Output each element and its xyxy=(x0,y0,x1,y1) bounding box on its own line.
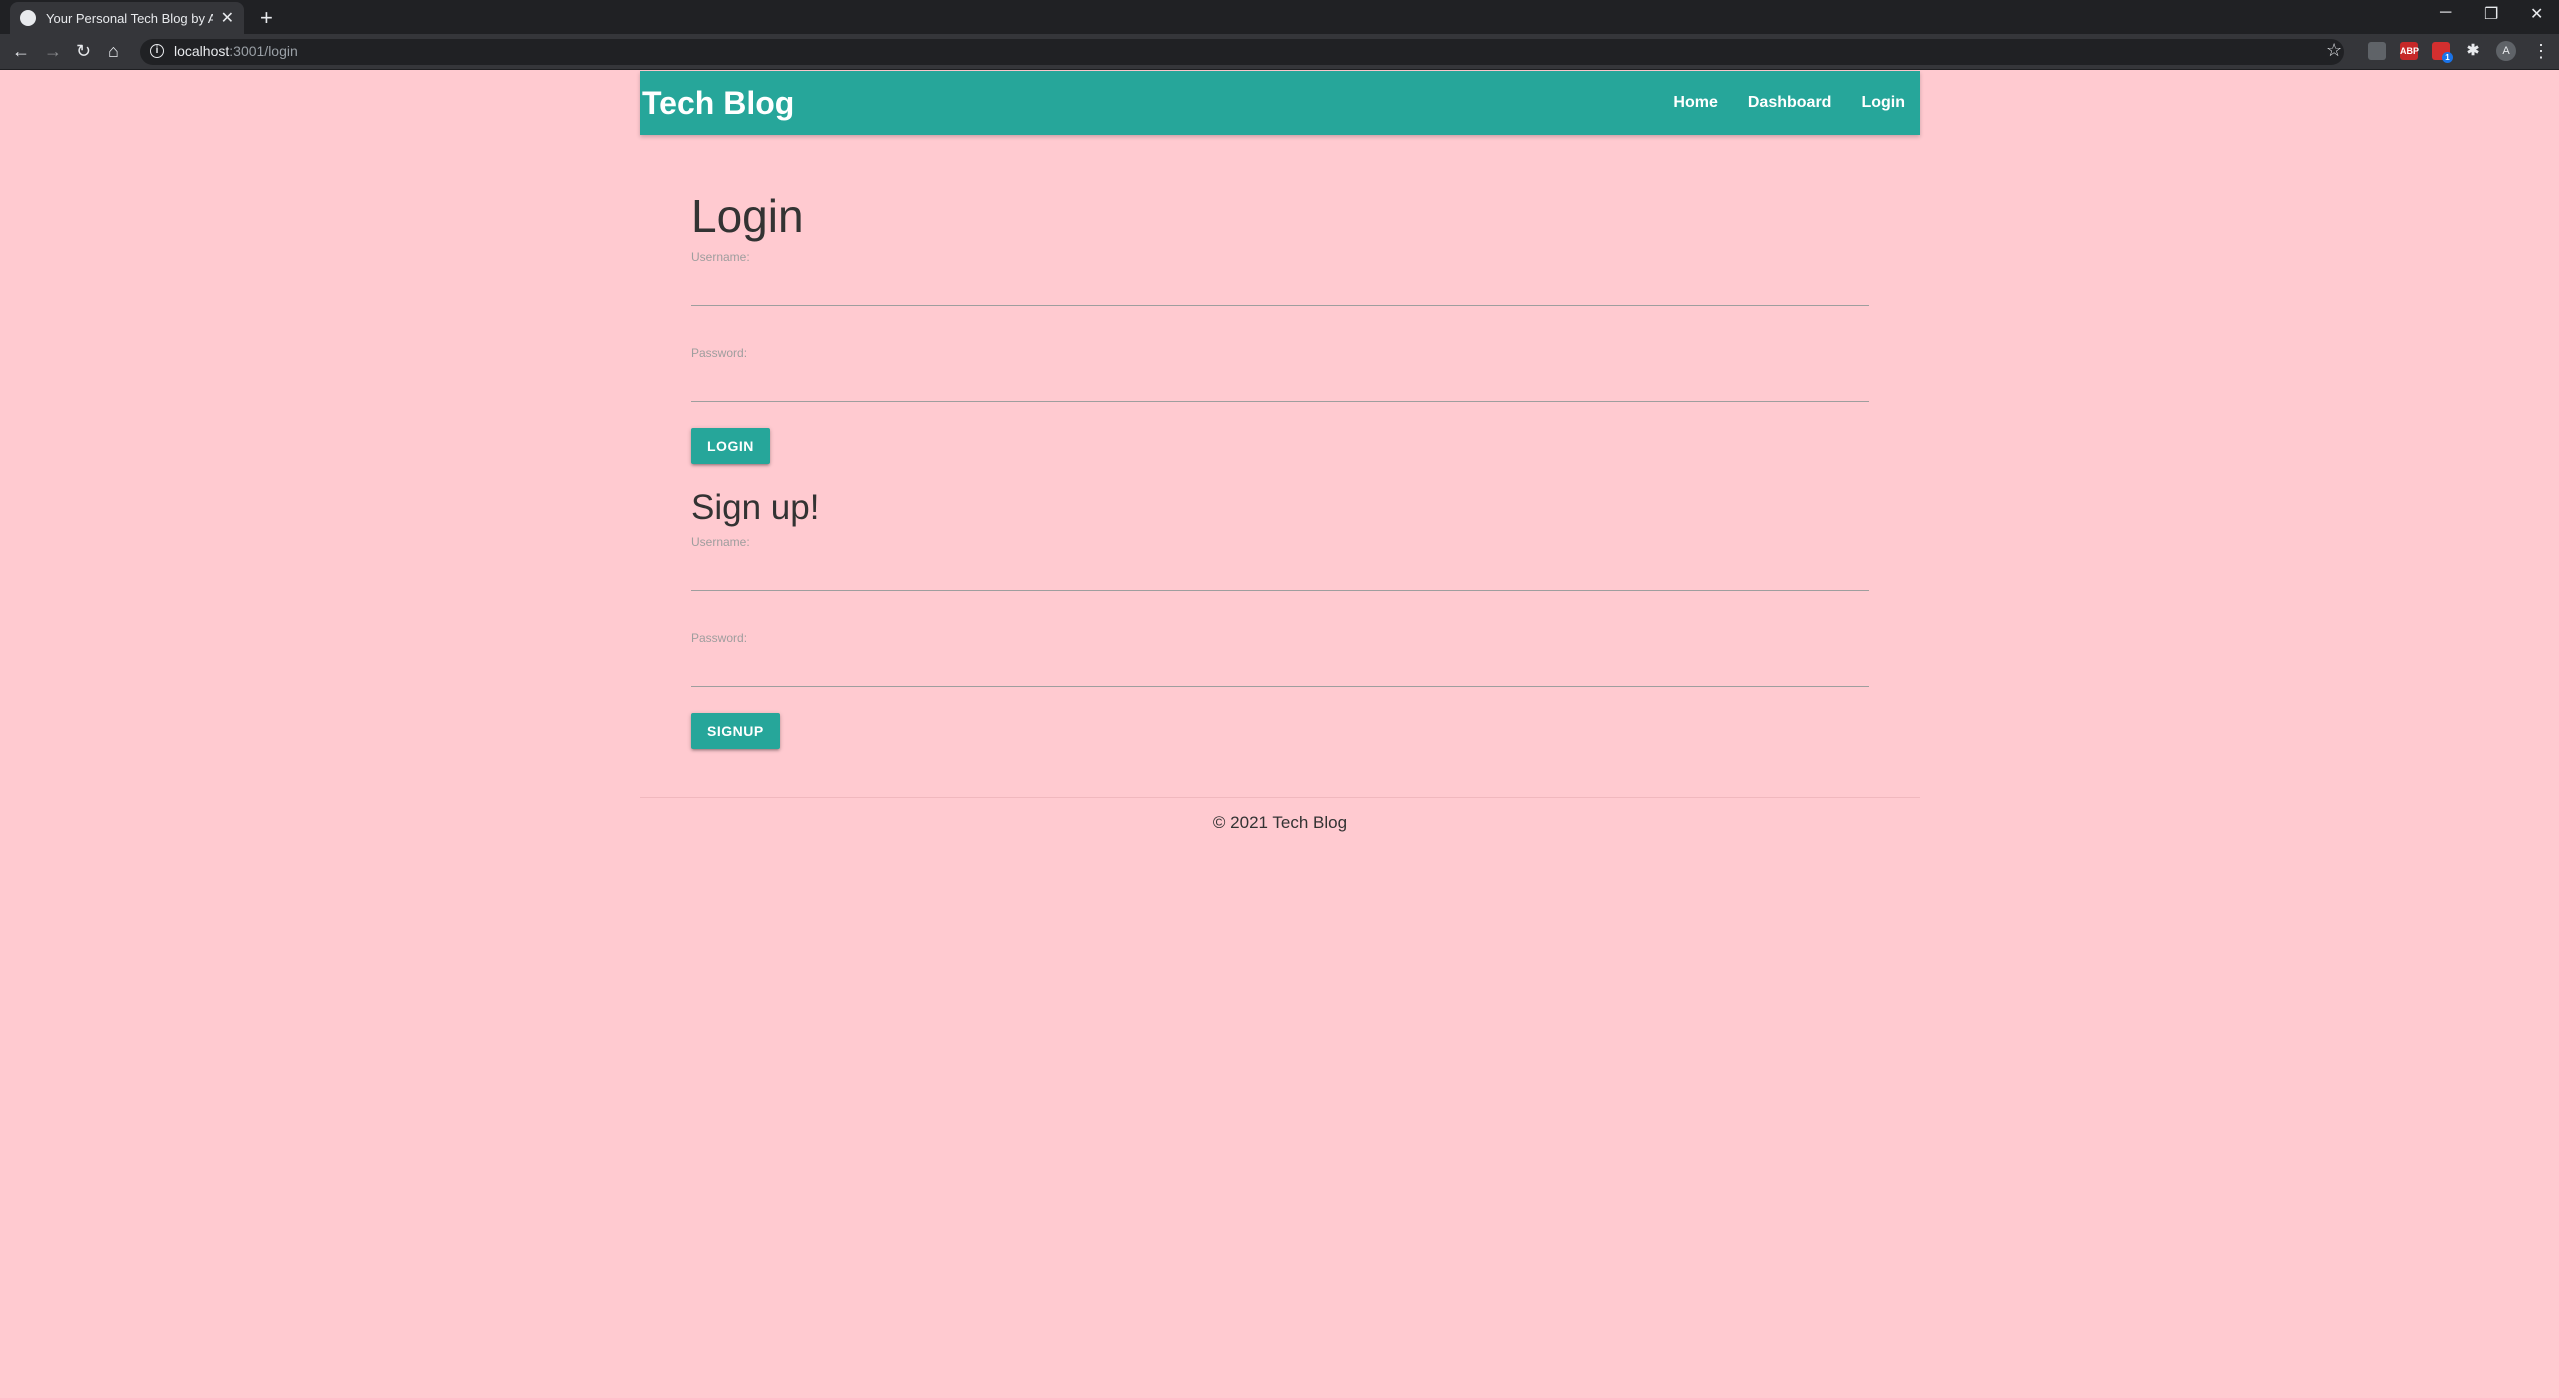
browser-toolbar: ← → ↻ ⌂ i localhost:3001/login ☆ ABP 1 ✱… xyxy=(0,34,2559,70)
new-tab-icon[interactable]: + xyxy=(260,5,273,31)
bookmark-star-icon[interactable]: ☆ xyxy=(2326,40,2342,61)
globe-icon xyxy=(20,10,36,26)
footer-text: © 2021 Tech Blog xyxy=(1212,813,1348,832)
menu-icon[interactable]: ⋮ xyxy=(2532,40,2550,62)
login-button[interactable]: LOGIN xyxy=(691,428,770,464)
main-content: Login Username: Password: LOGIN Sign up!… xyxy=(640,188,1920,749)
browser-tab[interactable]: Your Personal Tech Blog by Andr ✕ xyxy=(10,2,244,34)
login-password-input[interactable] xyxy=(691,360,1869,402)
extension-icon[interactable] xyxy=(2368,42,2386,60)
signup-button[interactable]: SIGNUP xyxy=(691,713,780,749)
page-container: Tech Blog Home Dashboard Login Login Use… xyxy=(640,71,1920,833)
reload-icon[interactable]: ↻ xyxy=(76,40,91,62)
nav-link-login[interactable]: Login xyxy=(1846,94,1905,112)
forward-icon[interactable]: → xyxy=(44,40,62,62)
signup-heading: Sign up! xyxy=(691,488,820,527)
signup-password-input[interactable] xyxy=(691,645,1869,687)
tab-title: Your Personal Tech Blog by Andr xyxy=(46,10,213,26)
back-icon[interactable]: ← xyxy=(12,40,30,62)
restore-icon[interactable]: ❐ xyxy=(2484,4,2498,24)
url-text: localhost:3001/login xyxy=(174,43,298,59)
login-username-field: Username: xyxy=(691,246,1869,306)
close-tab-icon[interactable]: ✕ xyxy=(221,8,234,28)
nav-link-home[interactable]: Home xyxy=(1658,94,1732,112)
signup-username-input[interactable] xyxy=(691,549,1869,591)
login-username-label: Username: xyxy=(691,250,750,264)
address-bar[interactable]: i localhost:3001/login ☆ xyxy=(140,39,2344,65)
nav-links: Home Dashboard Login xyxy=(1658,94,1905,112)
nav-link-dashboard[interactable]: Dashboard xyxy=(1733,94,1847,112)
site-footer: © 2021 Tech Blog xyxy=(640,797,1920,833)
login-password-field: Password: xyxy=(691,342,1869,402)
signup-username-label: Username: xyxy=(691,535,750,549)
login-heading: Login xyxy=(691,190,804,242)
login-password-label: Password: xyxy=(691,346,748,360)
browser-tabbar: Your Personal Tech Blog by Andr ✕ + ─ ❐ … xyxy=(0,0,2559,34)
minimize-icon[interactable]: ─ xyxy=(2440,4,2451,22)
avatar[interactable]: A xyxy=(2496,41,2516,61)
login-username-input[interactable] xyxy=(691,264,1869,306)
home-icon[interactable]: ⌂ xyxy=(108,40,119,62)
brand-logo[interactable]: Tech Blog xyxy=(642,85,794,122)
window-close-icon[interactable]: ✕ xyxy=(2530,4,2543,24)
info-icon[interactable]: i xyxy=(150,44,164,58)
site-navbar: Tech Blog Home Dashboard Login xyxy=(640,71,1920,135)
signup-password-label: Password: xyxy=(691,631,748,645)
puzzle-icon[interactable]: ✱ xyxy=(2464,42,2482,60)
signup-password-field: Password: xyxy=(691,627,1869,687)
extension-badge-count: 1 xyxy=(2442,52,2453,63)
adblock-icon[interactable]: ABP xyxy=(2400,42,2419,60)
signup-username-field: Username: xyxy=(691,531,1869,591)
